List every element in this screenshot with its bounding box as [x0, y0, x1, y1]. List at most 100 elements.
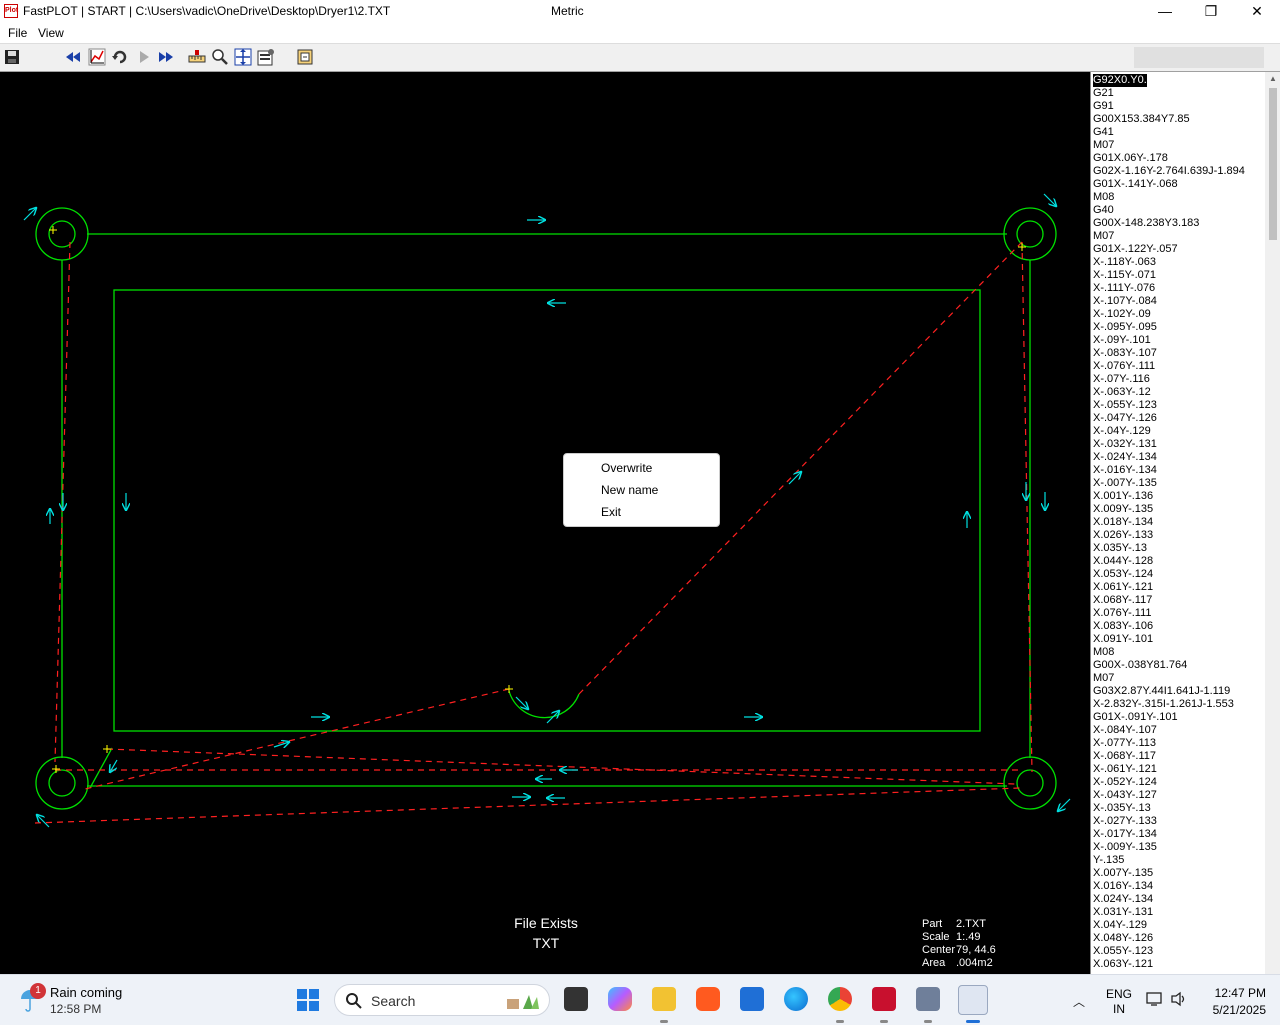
fast-forward-icon[interactable]	[157, 48, 175, 66]
fastplot-taskbar-icon[interactable]	[958, 985, 988, 1015]
fit-icon[interactable]	[234, 48, 252, 66]
gcode-line[interactable]: X-.024Y-.134	[1093, 451, 1265, 464]
gcode-line[interactable]: G21	[1093, 87, 1265, 100]
scroll-up-icon[interactable]: ▲	[1265, 72, 1280, 86]
store-icon[interactable]	[740, 987, 764, 1011]
gcode-line[interactable]: X.035Y-.13	[1093, 542, 1265, 555]
gcode-line[interactable]: X-2.832Y-.315I-1.261J-1.553	[1093, 698, 1265, 711]
gcode-line[interactable]: X.009Y-.135	[1093, 503, 1265, 516]
gcode-line[interactable]: X-.009Y-.135	[1093, 841, 1265, 854]
gcode-listing-panel[interactable]: G92X0.Y0. G21 G91 G00X153.384Y7.85 G41 M07 G01…	[1090, 72, 1280, 974]
gcode-line[interactable]: X.068Y-.117	[1093, 594, 1265, 607]
gcode-line[interactable]: X.001Y-.136	[1093, 490, 1265, 503]
gcode-line[interactable]: M07	[1093, 672, 1265, 685]
gcode-line[interactable]: X-.04Y-.129	[1093, 425, 1265, 438]
brave-icon[interactable]	[696, 987, 720, 1011]
gcode-line[interactable]: G00X-148.238Y3.183	[1093, 217, 1265, 230]
gcode-line[interactable]: X.018Y-.134	[1093, 516, 1265, 529]
gcode-line[interactable]: X-.115Y-.071	[1093, 269, 1265, 282]
gcode-line[interactable]: X.016Y-.134	[1093, 880, 1265, 893]
gcode-line[interactable]: G91	[1093, 100, 1265, 113]
gcode-line[interactable]: X-.111Y-.076	[1093, 282, 1265, 295]
gcode-line[interactable]: X-.016Y-.134	[1093, 464, 1265, 477]
gcode-line[interactable]: M07	[1093, 230, 1265, 243]
taskbar-search[interactable]: Search	[334, 984, 550, 1016]
start-icon[interactable]	[296, 988, 320, 1017]
gcode-line[interactable]: G00X-.038Y81.764	[1093, 659, 1265, 672]
close-button[interactable]: ✕	[1234, 0, 1280, 23]
gcode-line[interactable]: X-.061Y-.121	[1093, 763, 1265, 776]
gcode-line[interactable]: X.063Y-.121	[1093, 958, 1265, 971]
gcode-line[interactable]: G01X-.091Y-.101	[1093, 711, 1265, 724]
gcode-line[interactable]: G92X0.Y0.	[1093, 74, 1265, 87]
gcode-line[interactable]: X.053Y-.124	[1093, 568, 1265, 581]
gcode-line[interactable]: X.076Y-.111	[1093, 607, 1265, 620]
gcode-line[interactable]: X.026Y-.133	[1093, 529, 1265, 542]
chevron-up-icon[interactable]: ︿	[1073, 993, 1085, 1010]
gcode-line[interactable]: G00X153.384Y7.85	[1093, 113, 1265, 126]
menu-view[interactable]: View	[38, 26, 64, 40]
gcode-line[interactable]: X.061Y-.121	[1093, 581, 1265, 594]
menu-item-exit[interactable]: Exit	[601, 505, 621, 519]
minimize-button[interactable]: —	[1142, 0, 1188, 23]
gcode-line[interactable]: G01X-.122Y-.057	[1093, 243, 1265, 256]
gcode-line[interactable]: X-.052Y-.124	[1093, 776, 1265, 789]
menu-item-new-name[interactable]: New name	[601, 483, 658, 497]
gcode-line[interactable]: X.04Y-.129	[1093, 919, 1265, 932]
plot-icon[interactable]	[88, 48, 106, 66]
gcode-line[interactable]: X-.09Y-.101	[1093, 334, 1265, 347]
gcode-line[interactable]: X-.063Y-.12	[1093, 386, 1265, 399]
ruler-icon[interactable]	[188, 48, 206, 66]
fastplot-app-icon[interactable]: Plot	[4, 4, 18, 18]
solidworks-icon[interactable]	[872, 987, 896, 1011]
gcode-line[interactable]: X-.077Y-.113	[1093, 737, 1265, 750]
gcode-line[interactable]: M07	[1093, 139, 1265, 152]
language-indicator[interactable]: ENG IN	[1104, 987, 1134, 1017]
gcode-line[interactable]: G01X-.141Y-.068	[1093, 178, 1265, 191]
system-clock[interactable]: 12:47 PM 5/21/2025	[1196, 985, 1266, 1019]
gcode-line[interactable]: G41	[1093, 126, 1265, 139]
gcode-line[interactable]: X-.027Y-.133	[1093, 815, 1265, 828]
gcode-line[interactable]: X-.007Y-.135	[1093, 477, 1265, 490]
gcode-line[interactable]: G02X-1.16Y-2.764I.639J-1.894	[1093, 165, 1265, 178]
volume-icon[interactable]	[1170, 991, 1188, 1012]
gcode-line[interactable]: M08	[1093, 191, 1265, 204]
gcode-line[interactable]: X-.102Y-.09	[1093, 308, 1265, 321]
gcode-scrollbar[interactable]: ▲	[1265, 72, 1280, 974]
scroll-thumb[interactable]	[1269, 88, 1277, 240]
gcode-line[interactable]: X-.035Y-.13	[1093, 802, 1265, 815]
gcode-line[interactable]: X-.07Y-.116	[1093, 373, 1265, 386]
zoom-icon[interactable]	[211, 48, 229, 66]
gcode-line[interactable]: X.031Y-.131	[1093, 906, 1265, 919]
export-icon[interactable]	[296, 48, 314, 66]
gcode-line[interactable]: G40	[1093, 204, 1265, 217]
fastcam-icon[interactable]	[916, 987, 940, 1011]
folder-icon[interactable]	[652, 987, 676, 1011]
menu-item-overwrite[interactable]: Overwrite	[601, 461, 652, 475]
maximize-button[interactable]: ❐	[1188, 0, 1234, 23]
gcode-line[interactable]: X-.032Y-.131	[1093, 438, 1265, 451]
edge-icon[interactable]	[784, 987, 808, 1011]
gcode-line[interactable]: X-.068Y-.117	[1093, 750, 1265, 763]
copilot-icon[interactable]	[608, 987, 632, 1011]
gcode-line[interactable]: X-.107Y-.084	[1093, 295, 1265, 308]
gcode-line[interactable]: X.083Y-.106	[1093, 620, 1265, 633]
gcode-line[interactable]: X.091Y-.101	[1093, 633, 1265, 646]
gcode-line[interactable]: X-.043Y-.127	[1093, 789, 1265, 802]
rewind-icon[interactable]	[64, 48, 82, 66]
gcode-line[interactable]: X.048Y-.126	[1093, 932, 1265, 945]
gcode-line[interactable]: X-.118Y-.063	[1093, 256, 1265, 269]
reset-icon[interactable]	[111, 48, 129, 66]
gcode-line[interactable]: X.024Y-.134	[1093, 893, 1265, 906]
plot-canvas[interactable]: File Exists TXT Part 2.TXT Scale 1:.49 Cen…	[0, 72, 1090, 974]
gcode-line[interactable]: X-.055Y-.123	[1093, 399, 1265, 412]
weather-title[interactable]: Rain coming	[50, 985, 122, 1000]
chrome-icon[interactable]	[828, 987, 852, 1011]
save-icon[interactable]	[3, 48, 21, 66]
gcode-line[interactable]: G01X.06Y-.178	[1093, 152, 1265, 165]
file-explorer-icon[interactable]	[564, 987, 588, 1011]
network-icon[interactable]	[1146, 991, 1164, 1012]
gcode-line[interactable]: X.044Y-.128	[1093, 555, 1265, 568]
gcode-line[interactable]: G03X2.87Y.44I1.641J-1.119	[1093, 685, 1265, 698]
gcode-line[interactable]: X-.095Y-.095	[1093, 321, 1265, 334]
